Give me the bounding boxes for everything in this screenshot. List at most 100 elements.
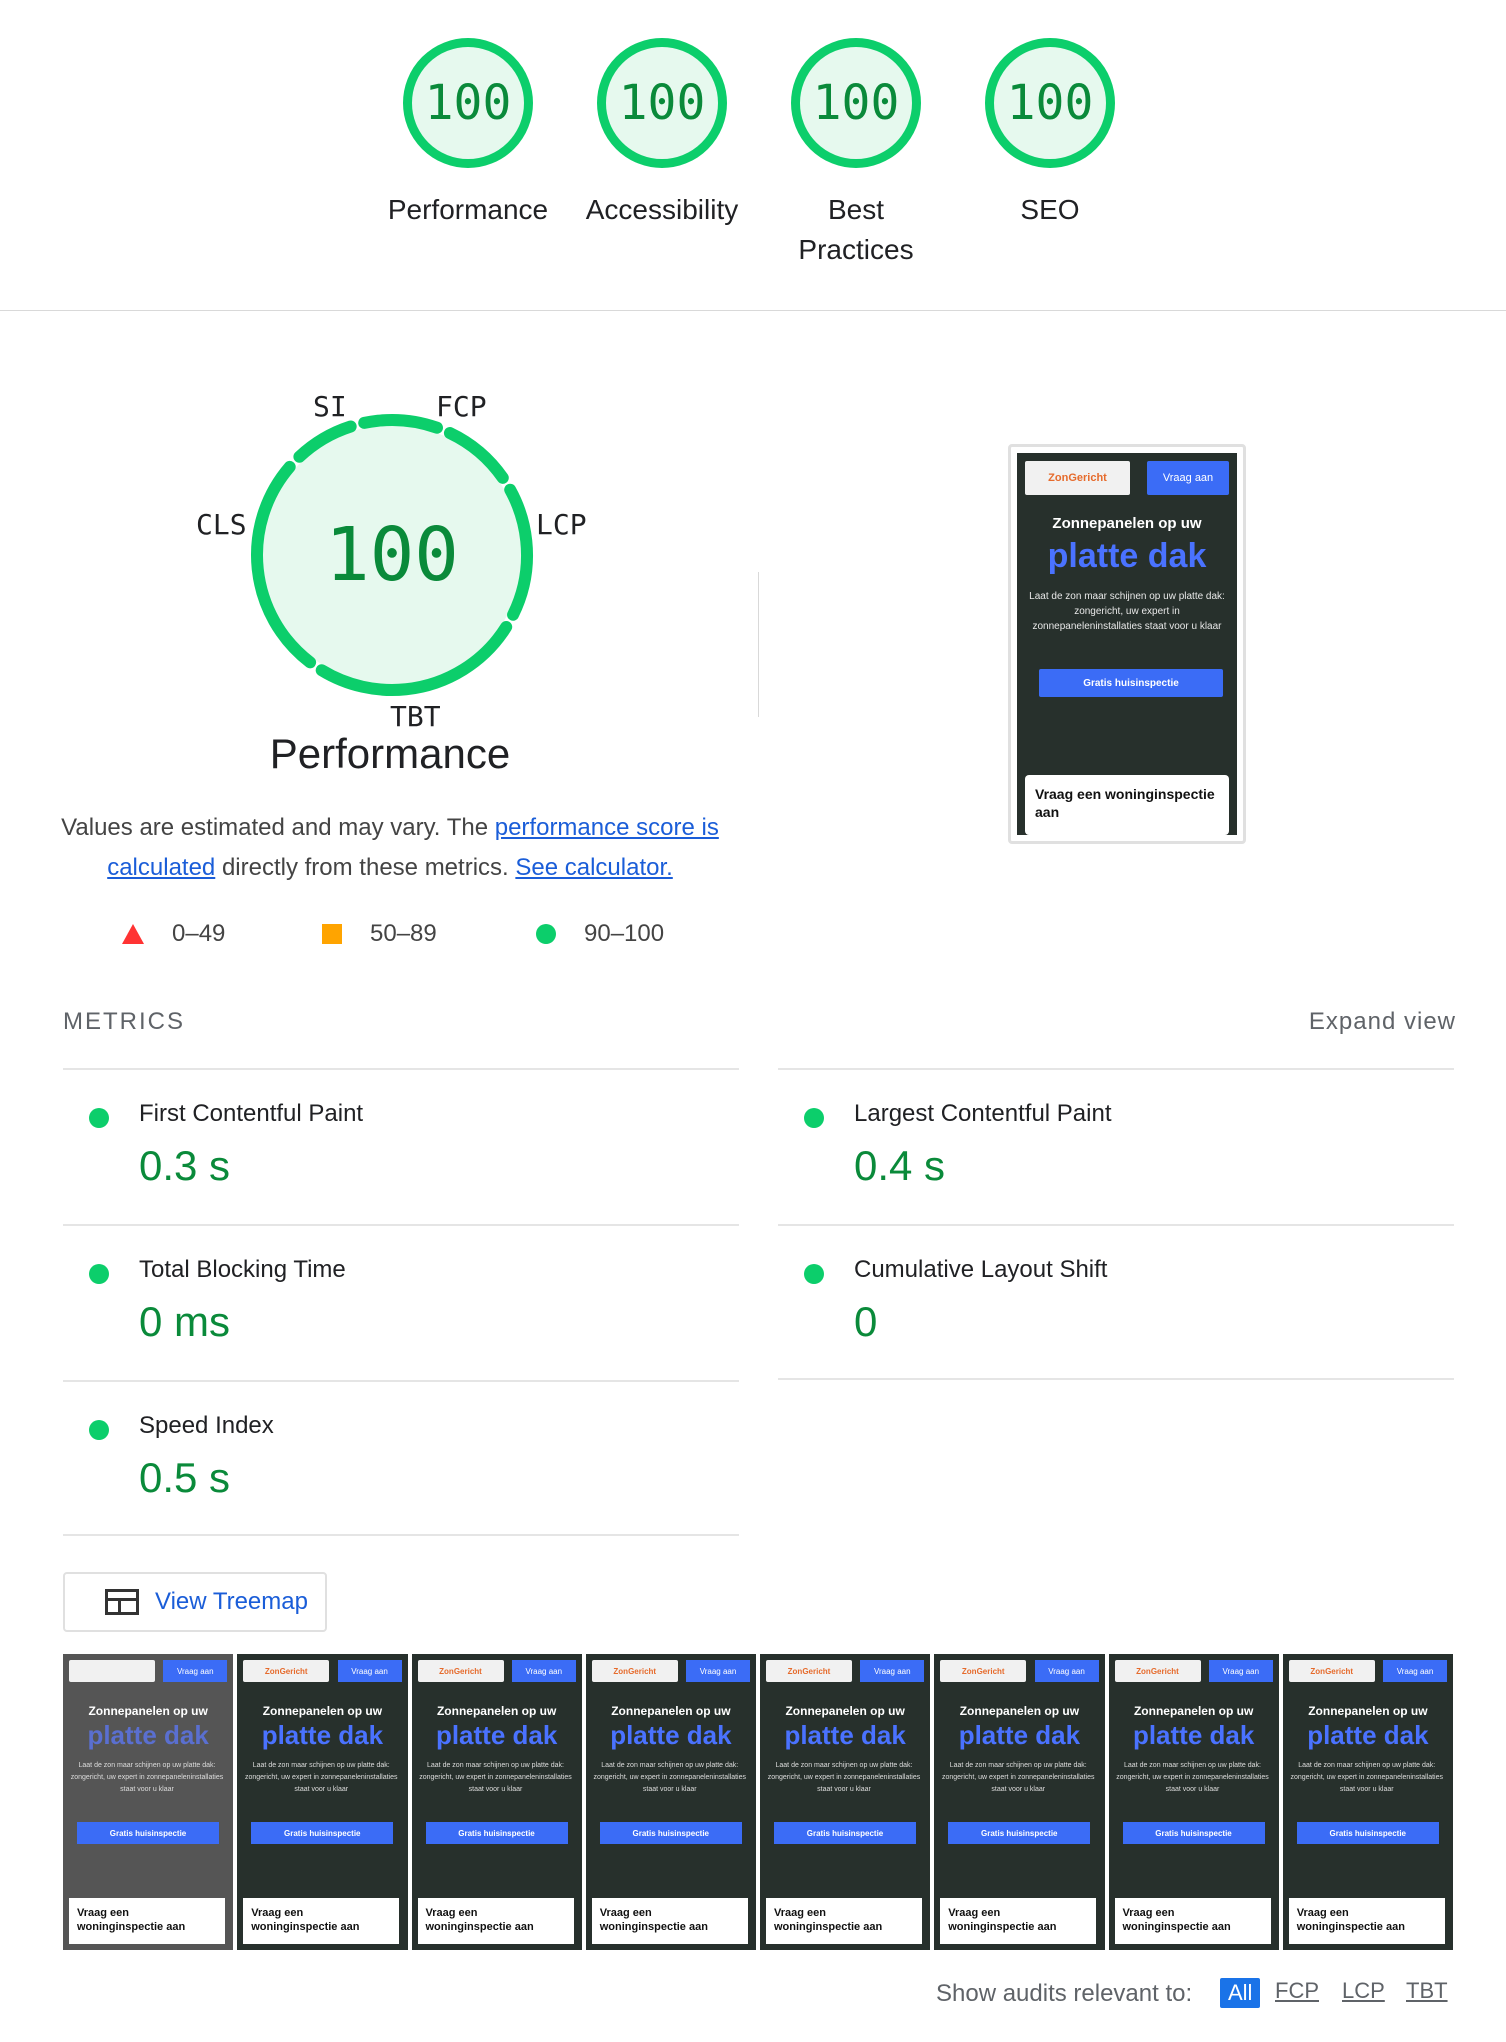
gauge-score: 100 bbox=[424, 75, 512, 131]
gauge-score-text: 100 bbox=[325, 512, 459, 598]
site-card: Vraag een woninginspectie aan bbox=[1288, 1898, 1445, 1944]
gauge-label: Best Practices bbox=[798, 194, 914, 265]
label-fcp: FCP bbox=[436, 390, 487, 423]
screenshot-screen: ZonGericht Vraag aan Zonnepanelen op uw … bbox=[1017, 453, 1237, 835]
divider bbox=[63, 1534, 739, 1536]
site-logo: ZonGericht bbox=[1025, 461, 1130, 495]
gauge-label: Accessibility bbox=[585, 194, 739, 225]
label-si: SI bbox=[313, 390, 347, 423]
filmstrip-frame: ZonGericht Vraag aan Zonnepanelen op uw pla… bbox=[1282, 1654, 1453, 1950]
site-highlight: platte dak bbox=[87, 1720, 209, 1750]
site-inspection-button: Gratis huisinspectie bbox=[599, 1822, 742, 1844]
site-inspection-button: Gratis huisinspectie bbox=[774, 1822, 916, 1844]
filter-tbt[interactable]: TBT bbox=[1406, 1978, 1448, 2004]
site-highlight: platte dak bbox=[1307, 1720, 1429, 1750]
site-cta-button: Vraag aan bbox=[1034, 1660, 1099, 1682]
gauge-ring: 100 bbox=[985, 38, 1115, 168]
site-highlight: platte dak bbox=[261, 1720, 384, 1750]
metric-si: Speed Index 0.5 s bbox=[63, 1380, 739, 1538]
filmstrip-frame: Vraag aan Zonnepanelen op uw platte dak Laa… bbox=[63, 1654, 234, 1950]
site-highlight: platte dak bbox=[435, 1720, 558, 1750]
filmstrip-frame: ZonGericht Vraag aan Zonnepanelen op uw pla… bbox=[760, 1654, 931, 1950]
site-card: Vraag een woninginspectie aan bbox=[766, 1898, 922, 1944]
site-highlight: platte dak bbox=[1047, 537, 1207, 575]
metric-fcp: First Contentful Paint 0.3 s bbox=[63, 1068, 739, 1226]
site-heading: Zonnepanelen op uw bbox=[1052, 515, 1202, 532]
gauge-accessibility[interactable]: 100 Accessibility bbox=[572, 38, 752, 230]
site-paragraph: Laat de zon maar schijnen op uw platte d… bbox=[1290, 1762, 1444, 1793]
circle-icon bbox=[536, 924, 556, 944]
site-logo: ZonGericht bbox=[1288, 1660, 1375, 1682]
site-cta-button: Vraag aan bbox=[1147, 461, 1229, 495]
site-inspection-button: Gratis huisinspectie bbox=[948, 1822, 1091, 1844]
final-screenshot[interactable]: ZonGericht Vraag aan Zonnepanelen op uw … bbox=[1008, 444, 1246, 844]
metric-tbt: Total Blocking Time 0 ms bbox=[63, 1224, 739, 1382]
metric-value: 0 ms bbox=[139, 1298, 231, 1345]
filter-lcp[interactable]: LCP bbox=[1342, 1978, 1385, 2004]
filmstrip-frame: ZonGericht Vraag aan Zonnepanelen op uw pla… bbox=[585, 1654, 756, 1950]
gauge-performance[interactable]: 100 Performance bbox=[378, 38, 558, 230]
site-heading: Zonnepanelen op uw bbox=[436, 1704, 557, 1718]
filmstrip-frame: ZonGericht Vraag aan Zonnepanelen op uw pla… bbox=[934, 1654, 1105, 1950]
site-card: Vraag een woninginspectie aan bbox=[1025, 775, 1229, 835]
site-cta-button: Vraag aan bbox=[860, 1660, 925, 1682]
filmstrip-frame: ZonGericht Vraag aan Zonnepanelen op uw pla… bbox=[1108, 1654, 1279, 1950]
metric-value: 0.5 s bbox=[139, 1454, 231, 1501]
site-card: Vraag een woninginspectie aan bbox=[69, 1898, 225, 1944]
site-paragraph: Laat de zon maar schijnen op uw platte d… bbox=[767, 1762, 921, 1793]
site-logo: ZonGericht bbox=[766, 1660, 852, 1682]
gauge-score: 100 bbox=[812, 75, 900, 131]
site-logo: ZonGericht bbox=[243, 1660, 330, 1682]
site-paragraph: Laat de zon maar schijnen op uw platte d… bbox=[244, 1762, 398, 1793]
site-heading: Zonnepanelen op uw bbox=[88, 1704, 208, 1718]
gauge-ring: 100 bbox=[403, 38, 533, 168]
site-card: Vraag een woninginspectie aan bbox=[243, 1898, 400, 1944]
label-lcp: LCP bbox=[536, 508, 587, 541]
site-inspection-button: Gratis huisinspectie bbox=[77, 1822, 219, 1844]
metric-name: First Contentful Paint bbox=[139, 1100, 364, 1127]
metric-name: Total Blocking Time bbox=[139, 1256, 346, 1283]
square-icon bbox=[322, 924, 342, 944]
site-card: Vraag een woninginspectie aan bbox=[591, 1898, 748, 1944]
pass-dot-icon bbox=[804, 1264, 824, 1284]
site-paragraph: Laat de zon maar schijnen op uw platte d… bbox=[941, 1762, 1095, 1793]
site-inspection-button: Gratis huisinspectie bbox=[1039, 669, 1223, 697]
site-logo bbox=[69, 1660, 155, 1682]
category-gauges: 100 Performance 100 Accessibility 100 Be… bbox=[0, 0, 1506, 311]
pass-dot-icon bbox=[89, 1108, 109, 1128]
metrics-heading: METRICS bbox=[63, 1008, 185, 1035]
gauge-title: Performance bbox=[269, 730, 511, 777]
gauge-ring: 100 bbox=[791, 38, 921, 168]
site-highlight: platte dak bbox=[958, 1720, 1081, 1750]
filter-all[interactable]: All bbox=[1220, 1978, 1261, 2008]
site-inspection-button: Gratis huisinspectie bbox=[251, 1822, 394, 1844]
legend-fail: 0–49 bbox=[122, 920, 225, 948]
expand-view-toggle[interactable]: Expand view bbox=[1309, 1008, 1456, 1036]
metric-name: Cumulative Layout Shift bbox=[854, 1256, 1108, 1283]
site-card: Vraag een woninginspectie aan bbox=[940, 1898, 1097, 1944]
site-highlight: platte dak bbox=[1132, 1720, 1255, 1750]
site-logo: ZonGericht bbox=[591, 1660, 678, 1682]
gauge-label: SEO bbox=[1020, 194, 1080, 225]
triangle-icon bbox=[122, 924, 144, 944]
metric-cls: Cumulative Layout Shift 0 bbox=[778, 1224, 1454, 1382]
site-inspection-button: Gratis huisinspectie bbox=[1296, 1822, 1439, 1844]
filter-fcp[interactable]: FCP bbox=[1275, 1978, 1319, 2004]
gauge-best-practices[interactable]: 100 Best Practices bbox=[766, 38, 946, 270]
legend-range: 0–49 bbox=[172, 920, 226, 947]
see-calculator-link[interactable]: See calculator. bbox=[515, 854, 672, 881]
site-paragraph: Laat de zon maar schijnen op uw platte d… bbox=[419, 1762, 572, 1793]
metric-name: Speed Index bbox=[139, 1412, 274, 1439]
label-cls: CLS bbox=[196, 508, 247, 541]
legend-pass: 90–100 bbox=[536, 920, 664, 948]
filmstrip: Vraag aan Zonnepanelen op uw platte dak Laa… bbox=[63, 1654, 1453, 1950]
desc-text: Values are estimated and may vary. The bbox=[61, 814, 489, 841]
site-paragraph: Laat de zon maar schijnen op uw platte d… bbox=[1029, 591, 1225, 632]
site-cta-button: Vraag aan bbox=[686, 1660, 750, 1682]
site-cta-button: Vraag aan bbox=[337, 1660, 402, 1682]
site-cta-button: Vraag aan bbox=[1383, 1660, 1447, 1682]
gauge-seo[interactable]: 100 SEO bbox=[960, 38, 1140, 230]
site-inspection-button: Gratis huisinspectie bbox=[425, 1822, 568, 1844]
treemap-icon bbox=[105, 1589, 139, 1615]
view-treemap-button[interactable]: View Treemap bbox=[63, 1572, 327, 1632]
